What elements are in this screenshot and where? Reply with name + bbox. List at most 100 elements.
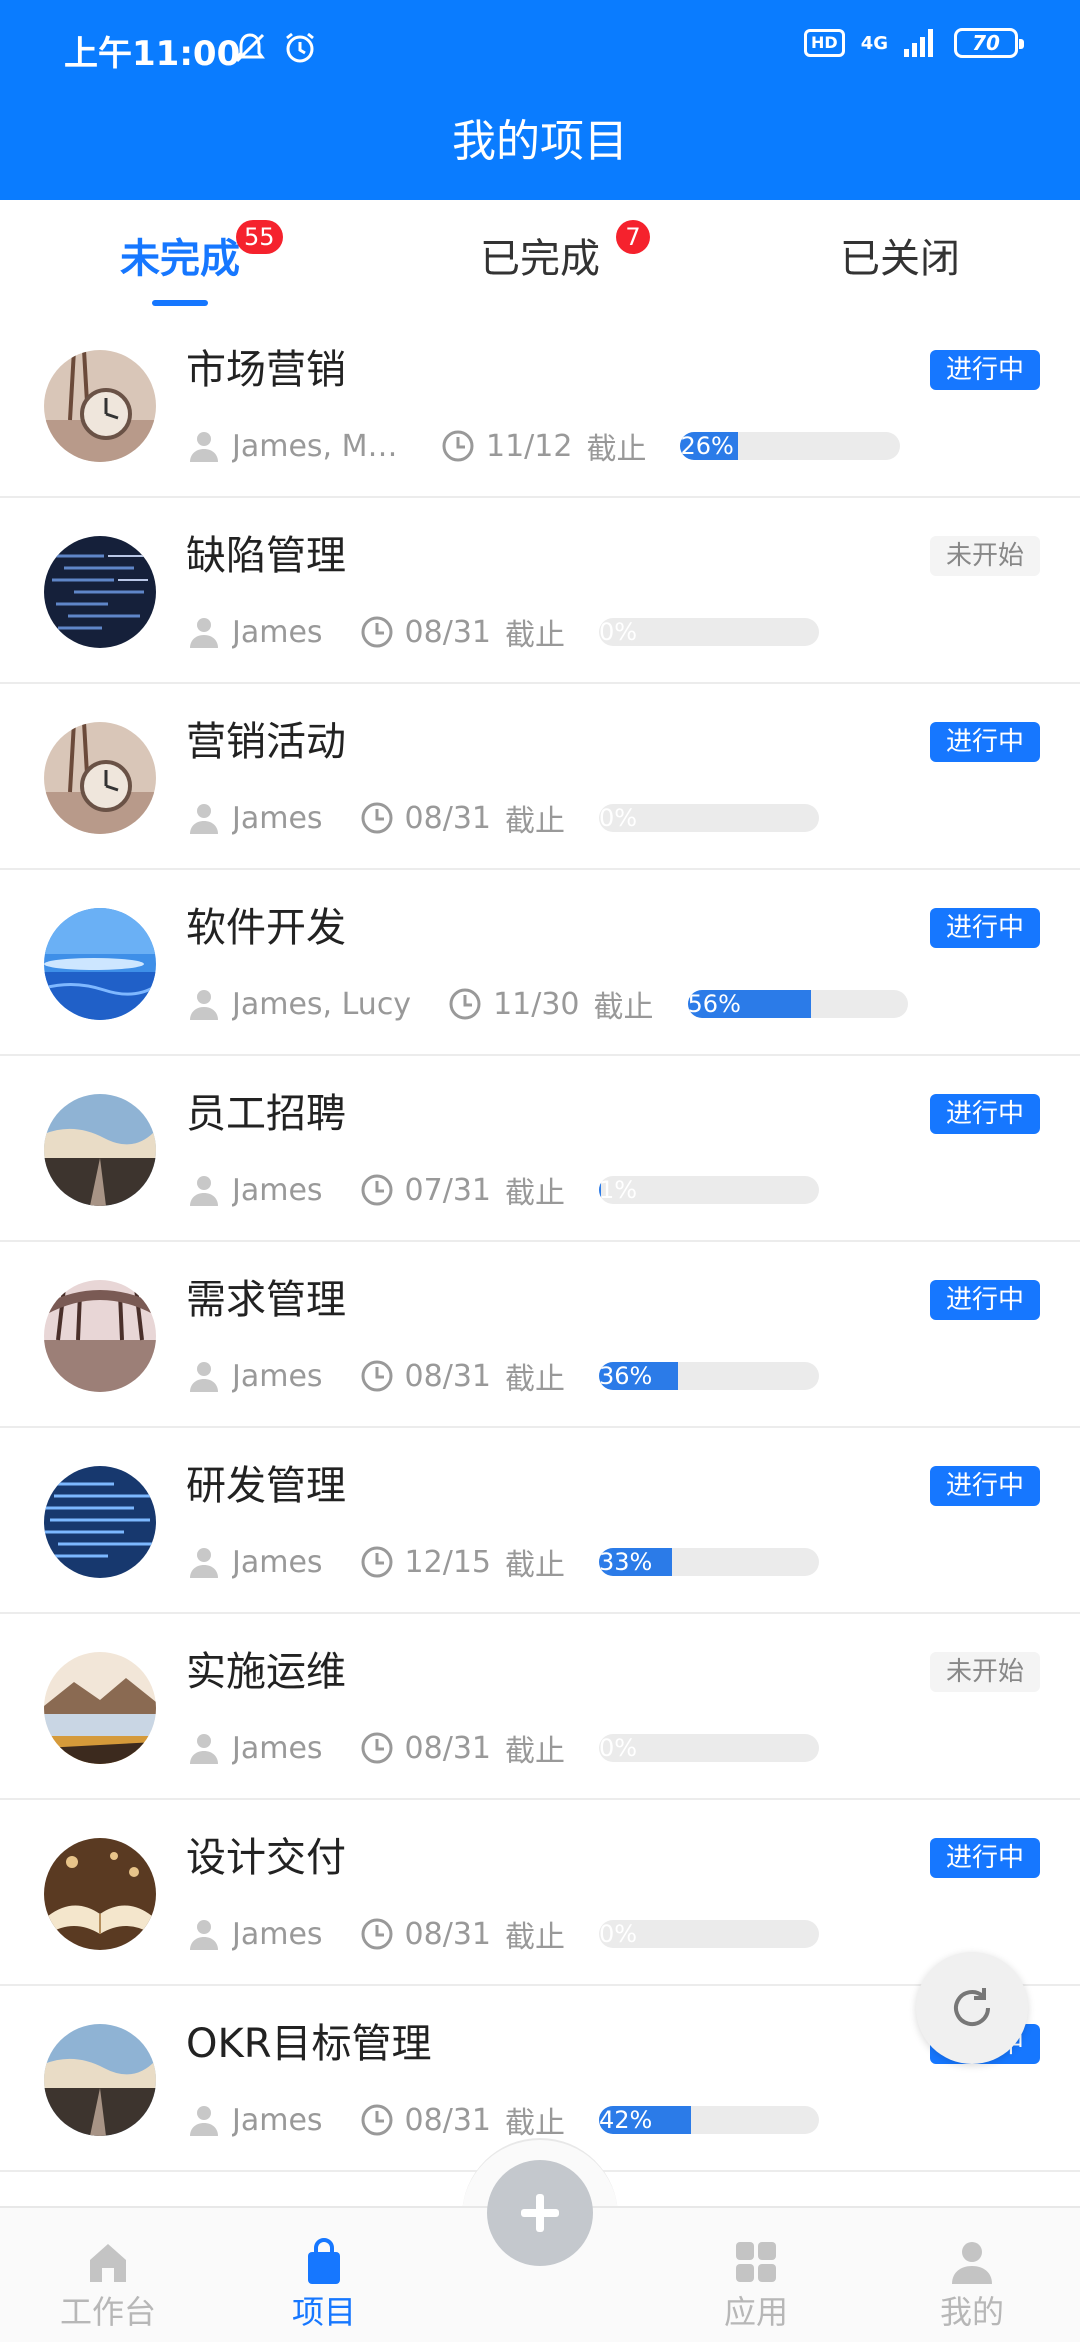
project-members: James <box>232 2102 323 2138</box>
network-label: 4G <box>860 32 888 54</box>
battery-icon: 70 <box>954 28 1024 58</box>
app-header: 上午11:00 HD 4G 70 我的项目 <box>0 0 1080 200</box>
nav-apps[interactable]: 应用 <box>648 2208 864 2342</box>
clock-icon <box>361 616 393 648</box>
refresh-button[interactable] <box>916 1952 1028 2064</box>
status-badge: 进行中 <box>929 350 1040 390</box>
due-date: 08/31 <box>404 1358 492 1394</box>
project-name: 研发管理 <box>186 1463 346 1509</box>
person-icon <box>190 1176 218 1206</box>
due-label: 截止 <box>505 804 566 839</box>
project-members: James <box>232 800 323 836</box>
project-members: James <box>232 1358 323 1394</box>
project-members: James <box>232 1916 323 1952</box>
status-right: HD 4G 70 <box>804 28 1024 58</box>
progress-text: 0% <box>599 1920 638 1948</box>
project-name: OKR目标管理 <box>186 2021 432 2067</box>
project-meta: James, Lucy 11/30 截止 56% <box>186 982 908 1026</box>
due-label: 截止 <box>505 1920 566 1955</box>
battery-level: 70 <box>972 31 1000 55</box>
due-label: 截止 <box>593 990 654 1025</box>
add-button[interactable] <box>487 2160 593 2266</box>
project-meta: James 08/31 截止 0% <box>186 1726 820 1770</box>
refresh-icon <box>954 1988 990 2026</box>
hd-badge: HD <box>804 29 845 57</box>
person-icon <box>190 1734 218 1764</box>
project-row[interactable]: 需求管理 进行中 James 08/31 截止 36% <box>0 1242 1080 1428</box>
due-date: 08/31 <box>404 614 492 650</box>
project-row[interactable]: 研发管理 进行中 James 12/15 截止 33% <box>0 1428 1080 1614</box>
project-meta: James 08/31 截止 42% <box>186 2098 820 2142</box>
project-name: 设计交付 <box>186 1835 346 1881</box>
progress-text: 0% <box>599 1734 638 1762</box>
add-icon <box>521 2194 559 2232</box>
due-label: 截止 <box>505 2106 566 2141</box>
status-badge: 未开始 <box>929 536 1040 576</box>
project-members: James <box>232 1172 323 1208</box>
project-meta: James 08/31 截止 0% <box>186 796 820 840</box>
status-badge: 进行中 <box>929 1838 1040 1878</box>
person-icon <box>190 1920 218 1950</box>
progress-text: 33% <box>599 1548 653 1576</box>
progress-bar: 0% <box>599 804 820 832</box>
person-icon <box>190 1362 218 1392</box>
project-name: 缺陷管理 <box>186 533 346 579</box>
project-avatar <box>44 1652 156 1764</box>
project-name: 实施运维 <box>186 1649 346 1695</box>
nav-label: 应用 <box>723 2293 788 2331</box>
project-name: 需求管理 <box>186 1277 346 1323</box>
progress-text: 26% <box>680 432 734 460</box>
project-row[interactable]: 员工招聘 进行中 James 07/31 截止 1% <box>0 1056 1080 1242</box>
project-meta: James 08/31 截止 36% <box>186 1354 820 1398</box>
nav-mine[interactable]: 我的 <box>864 2208 1080 2342</box>
due-label: 截止 <box>505 1176 566 1211</box>
project-avatar <box>44 536 156 648</box>
nav-label: 工作台 <box>59 2293 156 2331</box>
status-badge: 进行中 <box>929 722 1040 762</box>
status-badge: 未开始 <box>929 1652 1040 1692</box>
nav-workbench[interactable]: 工作台 <box>0 2208 216 2342</box>
grid-icon <box>736 2242 776 2282</box>
progress-bar: 0% <box>599 618 820 646</box>
status-icons <box>232 30 318 66</box>
tab-label: 未完成 <box>120 236 240 282</box>
project-members: James <box>232 1730 323 1766</box>
project-row[interactable]: 实施运维 未开始 James 08/31 截止 0% <box>0 1614 1080 1800</box>
progress-text: 42% <box>599 2106 653 2134</box>
due-date: 11/12 <box>486 428 573 464</box>
clock-icon <box>361 1918 393 1950</box>
nav-label: 项目 <box>291 2293 356 2331</box>
person-icon <box>190 2106 218 2136</box>
project-row[interactable]: 软件开发 进行中 James, Lucy 11/30 截止 56% <box>0 870 1080 1056</box>
project-row[interactable]: 营销活动 进行中 James 08/31 截止 0% <box>0 684 1080 870</box>
tab-finished[interactable]: 已完成 7 <box>360 200 720 312</box>
alarm-icon <box>286 32 314 63</box>
project-name: 营销活动 <box>186 719 346 765</box>
clock-icon <box>361 1546 393 1578</box>
due-date: 08/31 <box>404 1730 492 1766</box>
page-title: 我的项目 <box>452 116 628 167</box>
due-date: 08/31 <box>404 1916 492 1952</box>
progress-bar: 0% <box>599 1734 820 1762</box>
status-badge: 进行中 <box>929 1280 1040 1320</box>
due-date: 08/31 <box>404 800 492 836</box>
status-badge: 进行中 <box>929 1094 1040 1134</box>
project-avatar <box>44 908 156 1020</box>
project-members: James, Miles,… <box>232 428 404 464</box>
mute-icon <box>235 33 265 63</box>
progress-bar: 0% <box>599 1920 820 1948</box>
progress-bar: 36% <box>599 1362 820 1390</box>
project-meta: James 08/31 截止 0% <box>186 610 820 654</box>
due-date: 08/31 <box>404 2102 492 2138</box>
tab-unfinished[interactable]: 未完成 55 <box>0 200 360 312</box>
project-row[interactable]: 市场营销 进行中 James, Miles,… 11/12 截止 26% <box>0 312 1080 498</box>
project-row[interactable]: 设计交付 进行中 James 08/31 截止 0% <box>0 1800 1080 1986</box>
progress-bar: 42% <box>599 2106 820 2134</box>
tab-closed[interactable]: 已关闭 <box>720 200 1080 312</box>
project-avatar <box>44 2024 156 2136</box>
signal-icon <box>904 29 933 57</box>
progress-text: 0% <box>599 618 638 646</box>
project-row[interactable]: 缺陷管理 未开始 James 08/31 截止 0% <box>0 498 1080 684</box>
nav-projects[interactable]: 项目 <box>216 2208 432 2342</box>
project-avatar <box>44 1280 156 1392</box>
